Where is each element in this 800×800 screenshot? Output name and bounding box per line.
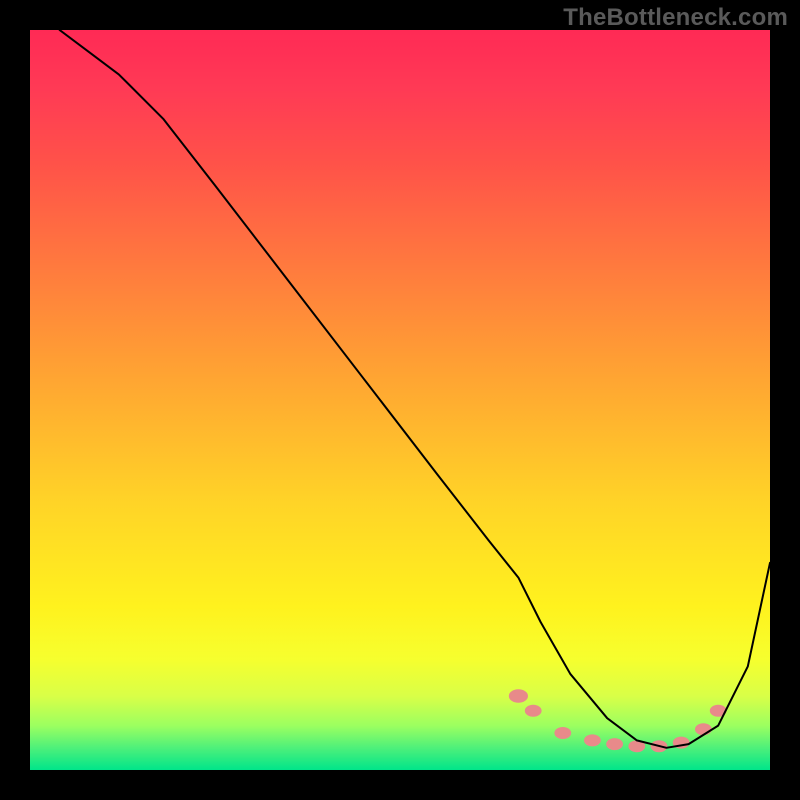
chart-frame: TheBottleneck.com: [0, 0, 800, 800]
marker-dot: [606, 738, 623, 750]
watermark-label: TheBottleneck.com: [563, 4, 788, 32]
chart-overlay: [30, 30, 770, 770]
marker-dot: [554, 727, 571, 739]
curve-line: [60, 30, 770, 748]
marker-dot: [525, 705, 542, 717]
marker-dot: [695, 723, 712, 735]
marker-group: [509, 689, 727, 752]
marker-dot: [509, 689, 528, 703]
plot-area: [30, 30, 770, 770]
marker-dot: [584, 734, 601, 746]
